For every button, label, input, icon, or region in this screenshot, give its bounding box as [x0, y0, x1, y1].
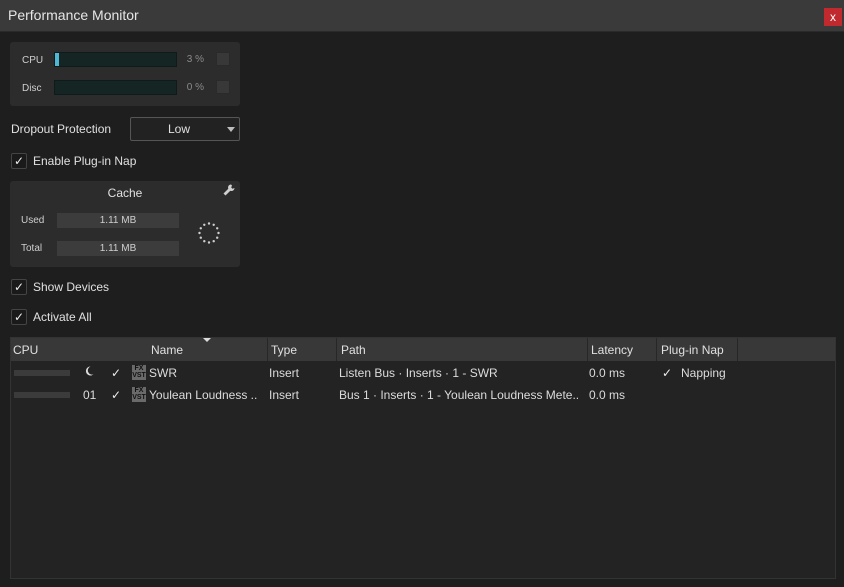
column-separator[interactable] [656, 338, 657, 361]
column-separator[interactable] [737, 338, 738, 361]
moon-icon [83, 365, 95, 380]
table-row[interactable]: ✓ FX VST SWR Insert Listen Bus · Inserts … [11, 362, 835, 384]
cache-used-label: Used [21, 215, 45, 226]
show-devices-checkbox[interactable]: ✓ [11, 279, 27, 295]
disc-percent: 0 % [186, 82, 204, 93]
enable-plugin-nap-checkbox[interactable]: ✓ [11, 153, 27, 169]
dropout-protection-select[interactable]: Low [130, 117, 240, 141]
row-active-checkbox[interactable]: ✓ [108, 365, 124, 381]
cache-total-label: Total [21, 243, 43, 254]
column-header-path[interactable]: Path [341, 343, 366, 357]
column-separator[interactable] [267, 338, 268, 361]
chevron-down-icon [227, 127, 235, 132]
cache-used-value: 1.11 MB [57, 213, 179, 228]
cpu-percent: 3 % [186, 54, 204, 65]
disc-overload-indicator [216, 80, 230, 94]
row-cpu-bar [14, 392, 70, 398]
close-button[interactable]: x [824, 8, 842, 26]
column-header-plugin-nap[interactable]: Plug-in Nap [661, 343, 724, 357]
wrench-icon[interactable] [222, 183, 236, 197]
row-latency: 0.0 ms [589, 366, 626, 380]
fx-vst-icon: FX VST [132, 387, 146, 402]
column-header-type[interactable]: Type [271, 343, 297, 357]
column-separator[interactable] [587, 338, 588, 361]
row-type: Insert [269, 366, 300, 380]
row-path: Listen Bus · Inserts · 1 - SWR [339, 366, 498, 380]
cpu-label: CPU [22, 55, 44, 66]
row-name: SWR [149, 366, 177, 380]
cache-total-value: 1.11 MB [57, 241, 179, 256]
table-header: CPU Name Type Path Latency Plug-in Nap [11, 338, 835, 361]
fx-vst-icon: FX VST [132, 365, 146, 380]
dropout-protection-label: Dropout Protection [11, 122, 112, 136]
activate-all-label: Activate All [33, 310, 92, 324]
cpu-meter [54, 52, 177, 67]
dropout-protection-value: Low [167, 122, 190, 136]
row-nap-checkbox[interactable]: ✓ [659, 365, 675, 381]
row-nap-status: Napping [681, 366, 726, 380]
row-cpu-text: 01 [83, 388, 97, 402]
cpu-overload-indicator [216, 52, 230, 66]
table-row[interactable]: 01 ✓ FX VST Youlean Loudness .. Insert Bu… [11, 384, 835, 406]
row-name: Youlean Loudness .. [149, 388, 258, 402]
row-path: Bus 1 · Inserts · 1 - Youlean Loudness M… [339, 388, 580, 402]
loading-spinner-icon [197, 221, 221, 245]
activate-all-checkbox[interactable]: ✓ [11, 309, 27, 325]
row-type: Insert [269, 388, 300, 402]
column-header-cpu[interactable]: CPU [13, 343, 38, 357]
disc-meter [54, 80, 177, 95]
cache-title: Cache [107, 186, 143, 200]
row-active-checkbox[interactable]: ✓ [108, 387, 124, 403]
row-cpu-bar [14, 370, 70, 376]
cpu-meter-fill [55, 53, 59, 66]
enable-plugin-nap-label: Enable Plug-in Nap [33, 154, 137, 168]
row-latency: 0.0 ms [589, 388, 626, 402]
column-header-name[interactable]: Name [151, 343, 183, 357]
disc-label: Disc [22, 83, 42, 94]
show-devices-label: Show Devices [33, 280, 110, 294]
column-header-latency[interactable]: Latency [591, 343, 633, 357]
plugin-table: CPU Name Type Path Latency Plug-in Nap ✓… [10, 337, 836, 579]
sort-arrow-icon [203, 338, 211, 342]
window-title: Performance Monitor [8, 7, 139, 23]
column-separator[interactable] [336, 338, 337, 361]
